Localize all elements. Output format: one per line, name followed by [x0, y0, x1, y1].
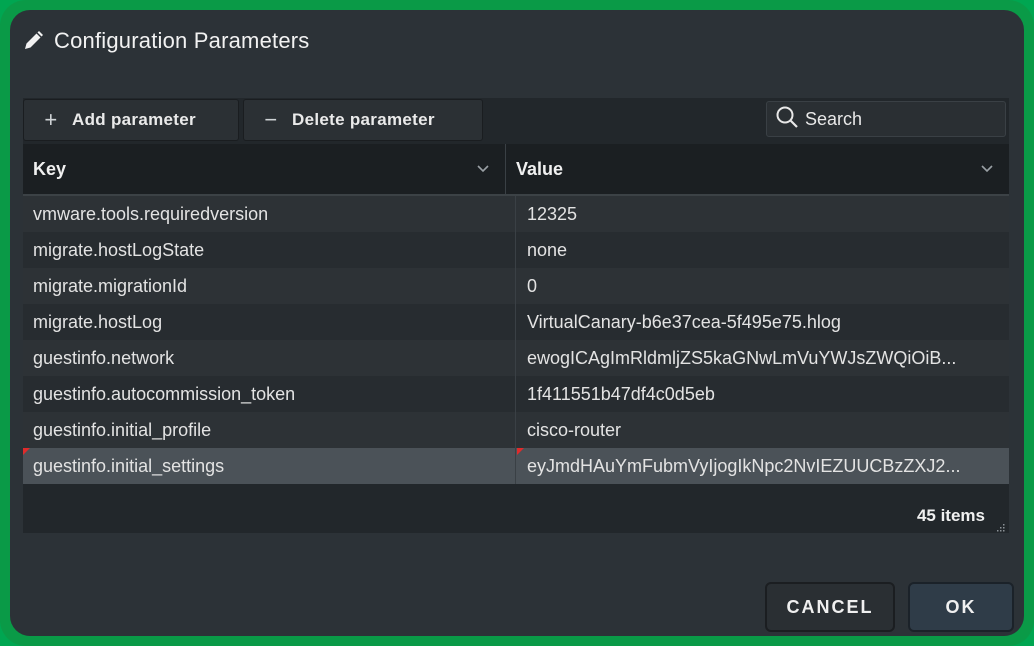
dialog-title-bar: Configuration Parameters	[22, 26, 309, 56]
item-count: 45 items	[916, 506, 985, 525]
resize-grip-icon[interactable]	[995, 519, 1005, 532]
key-cell[interactable]: guestinfo.initial_settings	[23, 448, 516, 484]
table-row[interactable]: migrate.hostLog VirtualCanary-b6e37cea-5…	[23, 304, 1009, 340]
key-cell[interactable]: guestinfo.network	[23, 340, 516, 376]
search-input[interactable]	[805, 108, 995, 130]
value-cell[interactable]: 0	[516, 268, 1009, 304]
grid-header: Key Value	[23, 144, 1009, 196]
delete-parameter-label: Delete parameter	[292, 110, 435, 129]
grid-toolbar: + Add parameter − Delete parameter	[23, 98, 1009, 142]
chevron-down-icon[interactable]	[977, 158, 997, 178]
value-cell[interactable]: 12325	[516, 196, 1009, 232]
key-cell[interactable]: migrate.hostLog	[23, 304, 516, 340]
key-cell[interactable]: migrate.hostLogState	[23, 232, 516, 268]
add-parameter-button[interactable]: + Add parameter	[23, 99, 239, 141]
table-row[interactable]: migrate.migrationId 0	[23, 268, 1009, 304]
search-icon	[775, 105, 799, 134]
value-cell[interactable]: 1f411551b47df4c0d5eb	[516, 376, 1009, 412]
ok-button[interactable]: OK	[908, 582, 1014, 632]
grid-body: vmware.tools.requiredversion 12325 migra…	[23, 196, 1009, 484]
value-cell[interactable]: none	[516, 232, 1009, 268]
minus-icon: −	[264, 107, 278, 132]
column-header-key-label: Key	[33, 158, 67, 179]
configuration-dialog: Configuration Parameters + Add parameter…	[10, 10, 1024, 636]
key-cell[interactable]: migrate.migrationId	[23, 268, 516, 304]
plus-icon: +	[44, 107, 58, 132]
modified-key-marker	[23, 448, 30, 455]
modified-value-marker	[517, 448, 524, 455]
key-cell[interactable]: vmware.tools.requiredversion	[23, 196, 516, 232]
key-cell[interactable]: guestinfo.initial_profile	[23, 412, 516, 448]
column-header-key[interactable]: Key	[23, 144, 506, 194]
table-row-selected[interactable]: guestinfo.initial_settings eyJmdHAuYmFub…	[23, 448, 1009, 484]
table-row[interactable]: vmware.tools.requiredversion 12325	[23, 196, 1009, 232]
delete-parameter-button[interactable]: − Delete parameter	[243, 99, 483, 141]
grid-footer: 45 items	[23, 496, 1009, 533]
table-row[interactable]: guestinfo.autocommission_token 1f411551b…	[23, 376, 1009, 412]
table-row[interactable]: guestinfo.network ewogICAgImRldmljZS5kaG…	[23, 340, 1009, 376]
chevron-down-icon[interactable]	[473, 158, 493, 178]
value-cell[interactable]: eyJmdHAuYmFubmVyIjogIkNpc2NvIEZUUCBzZXJ2…	[516, 448, 1009, 484]
key-cell[interactable]: guestinfo.autocommission_token	[23, 376, 516, 412]
table-row[interactable]: migrate.hostLogState none	[23, 232, 1009, 268]
parameters-panel: + Add parameter − Delete parameter Key	[23, 98, 1009, 533]
value-cell[interactable]: cisco-router	[516, 412, 1009, 448]
value-cell[interactable]: ewogICAgImRldmljZS5kaGNwLmVuYWJsZWQiOiB.…	[516, 340, 1009, 376]
dialog-title: Configuration Parameters	[54, 28, 310, 53]
table-row[interactable]: guestinfo.initial_profile cisco-router	[23, 412, 1009, 448]
column-header-value-label: Value	[516, 158, 564, 179]
cancel-button[interactable]: CANCEL	[765, 582, 895, 632]
add-parameter-label: Add parameter	[72, 110, 196, 129]
pencil-icon	[22, 30, 44, 52]
search-box[interactable]	[766, 101, 1006, 137]
value-cell[interactable]: VirtualCanary-b6e37cea-5f495e75.hlog	[516, 304, 1009, 340]
column-header-value[interactable]: Value	[506, 144, 1009, 194]
